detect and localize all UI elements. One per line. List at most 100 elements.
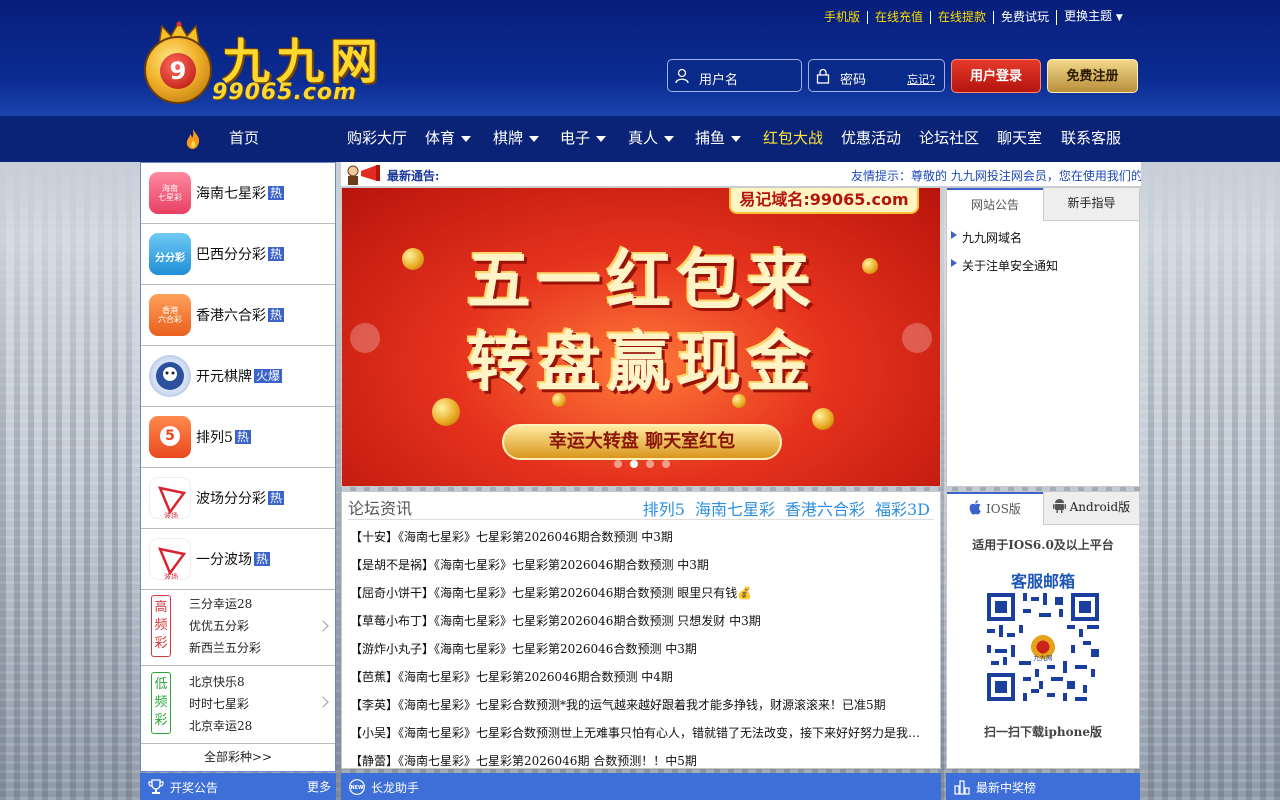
sidebar-game-pailie5[interactable]: 5 排列5 热 xyxy=(141,407,335,468)
sidebar-game-hainan[interactable]: 海南 七星彩 海南七星彩热 xyxy=(141,163,335,224)
list-item[interactable]: 北京快乐8 xyxy=(189,671,252,693)
nav-electronic-label: 电子 xyxy=(560,129,591,147)
nav-sports[interactable]: 体育 xyxy=(425,116,472,162)
forum-post[interactable]: 【草莓小布丁】《海南七星彩》七星彩第2026046期合数预测 只想发财 中3期 xyxy=(350,612,925,629)
low-frequency-group[interactable]: 低频彩 北京快乐8 时时七星彩 北京幸运28 xyxy=(141,666,335,744)
game-name: 排列5 xyxy=(196,430,233,446)
high-frequency-group[interactable]: 高频彩 三分幸运28 优优五分彩 新西兰五分彩 xyxy=(141,590,335,666)
tab-ios[interactable]: IOS版 xyxy=(947,492,1043,525)
nav-live-label: 真人 xyxy=(628,129,659,147)
forum-post[interactable]: 【静蕾】《海南七星彩》七星彩第2026046期 合数预测！！中5期 xyxy=(350,752,925,769)
more-link[interactable]: 更多 xyxy=(307,778,331,795)
chevron-right-icon[interactable] xyxy=(317,620,329,632)
fire-icon xyxy=(186,129,200,149)
forum-post[interactable]: 【李英】《海南七星彩》七星彩合数预测*我的运气越来越好跟着我才能多挣钱，财源滚滚… xyxy=(350,696,925,713)
nav-home[interactable]: 首页 xyxy=(229,116,259,162)
list-item[interactable]: 优优五分彩 xyxy=(189,615,261,637)
nav-promotions[interactable]: 优惠活动 xyxy=(841,116,901,162)
sidebar-game-tron-1min[interactable]: 波场 一分波场热 xyxy=(141,529,335,590)
sidebar-game-tron[interactable]: 波场 波场分分彩热 xyxy=(141,468,335,529)
forum-post[interactable]: 【小吴】《海南七星彩》七星彩合数预测世上无难事只怕有心人，错就错了无法改变，接下… xyxy=(350,724,925,741)
banner-headline-1: 五一红包来 xyxy=(467,245,817,319)
winners-bar: 最新中奖榜 xyxy=(946,773,1140,800)
platform-requirement: 适用于IOS6.0及以上平台 xyxy=(972,538,1114,552)
sidebar-game-brazil[interactable]: 分分彩 巴西分分彩热 xyxy=(141,224,335,285)
nav-chess[interactable]: 棋牌 xyxy=(493,116,540,162)
forum-post[interactable]: 【屈奇小饼干】《海南七星彩》七星彩第2026046期合数预测 眼里只有钱💰 xyxy=(350,584,925,601)
dropdown-arrow-icon xyxy=(731,136,742,142)
trophy-icon xyxy=(148,779,164,794)
theme-switch[interactable]: 更换主题 ▼ xyxy=(1056,9,1130,25)
user-icon xyxy=(675,68,689,84)
list-item[interactable]: 时时七星彩 xyxy=(189,693,252,715)
username-placeholder: 用户名 xyxy=(699,73,739,88)
site-logo[interactable]: 9 九九网 99065.com xyxy=(142,20,392,108)
forum-category[interactable]: 海南七星彩 xyxy=(695,496,775,520)
chevron-right-icon[interactable] xyxy=(317,696,329,708)
forum-category[interactable]: 排列5 xyxy=(643,496,685,520)
pagination-dot[interactable] xyxy=(630,460,638,468)
announcement-item[interactable]: 九九网域名 xyxy=(962,229,1022,246)
announcement-item[interactable]: 关于注单安全通知 xyxy=(962,257,1058,274)
login-button[interactable]: 用户登录 xyxy=(951,59,1041,93)
username-field[interactable]: 用户名 xyxy=(667,59,802,92)
forum-post[interactable]: 【十安】《海南七星彩》七星彩第2026046期合数预测 中3期 xyxy=(350,528,925,545)
tab-android[interactable]: Android版 xyxy=(1043,492,1139,525)
nav-support[interactable]: 联系客服 xyxy=(1061,116,1121,162)
brazil-lottery-icon: 分分彩 xyxy=(149,233,191,275)
recharge-link[interactable]: 在线充值 xyxy=(867,10,930,24)
svg-text:波场: 波场 xyxy=(164,572,178,580)
nav-lottery-hall[interactable]: 购彩大厅 xyxy=(347,116,407,162)
sidebar-game-hk[interactable]: 香港 六合彩 香港六合彩热 xyxy=(141,285,335,346)
forum-category[interactable]: 香港六合彩 xyxy=(785,496,865,520)
password-field[interactable]: 密码 忘记? xyxy=(808,59,945,92)
tab-beginner-guide[interactable]: 新手指导 xyxy=(1043,188,1139,221)
app-tabs: IOS版 Android版 xyxy=(947,492,1139,525)
apple-icon xyxy=(969,500,981,515)
withdraw-link[interactable]: 在线提款 xyxy=(930,10,993,24)
promo-banner[interactable]: 易记域名:99065.com 五一红包来 转盘赢现金 幸运大转盘 聊天室红包 xyxy=(341,187,941,487)
sidebar-game-kaiyuan[interactable]: 开元棋牌 火爆 xyxy=(141,346,335,407)
coin-decoration xyxy=(812,408,834,430)
game-name: 海南七星彩 xyxy=(196,186,266,202)
forum-post[interactable]: 【芭蕉】《海南七星彩》七星彩第2026046期合数预测 中4期 xyxy=(350,668,925,685)
nav-fishing[interactable]: 捕鱼 xyxy=(695,116,742,162)
logo-text-en: 99065.com xyxy=(212,80,357,105)
forum-post[interactable]: 【是胡不是祸】《海南七星彩》七星彩第2026046期合数预测 中3期 xyxy=(350,556,925,573)
register-button[interactable]: 免费注册 xyxy=(1047,59,1138,93)
banner-headline-2: 转盘赢现金 xyxy=(467,327,817,401)
nav-red-packet[interactable]: 红包大战 xyxy=(763,116,823,162)
banner-domain: 易记域名:99065.com xyxy=(729,188,919,214)
all-games-link[interactable]: 全部彩种>> xyxy=(141,743,335,771)
banner-prev-button[interactable] xyxy=(350,323,380,353)
game-name: 波场分分彩 xyxy=(196,491,266,507)
hot-badge: 热 xyxy=(234,430,251,444)
dropdown-arrow-icon xyxy=(461,136,472,142)
list-item[interactable]: 三分幸运28 xyxy=(189,593,261,615)
list-item[interactable]: 北京幸运28 xyxy=(189,715,252,737)
forgot-password-link[interactable]: 忘记? xyxy=(907,71,935,87)
top-links: 手机版 在线充值 在线提款 免费试玩 更换主题 ▼ xyxy=(817,9,1130,25)
free-trial-link[interactable]: 免费试玩 xyxy=(993,10,1056,24)
lock-icon xyxy=(816,68,830,84)
pagination-dot[interactable] xyxy=(646,460,654,468)
nav-forum[interactable]: 论坛社区 xyxy=(919,116,979,162)
forum-panel: 论坛资讯 排列5 海南七星彩 香港六合彩 福彩3D 【十安】《海南七星彩》七星彩… xyxy=(341,491,941,769)
forum-post[interactable]: 【游炸小丸子】《海南七星彩》七星彩第2026046合数预测 中3期 xyxy=(350,640,925,657)
high-frequency-list: 三分幸运28 优优五分彩 新西兰五分彩 xyxy=(189,593,261,659)
pagination-dot[interactable] xyxy=(662,460,670,468)
dragon-helper-title: 长龙助手 xyxy=(371,781,420,795)
hot-badge: 热 xyxy=(268,247,285,261)
tab-site-notice[interactable]: 网站公告 xyxy=(947,188,1043,221)
nav-chatroom[interactable]: 聊天室 xyxy=(997,116,1042,162)
notice-marquee[interactable]: 友情提示：尊敬的 九九网投注网会员，您在使用我们的 xyxy=(851,167,1141,184)
banner-next-button[interactable] xyxy=(902,323,932,353)
list-item[interactable]: 新西兰五分彩 xyxy=(189,637,261,659)
nav-electronic[interactable]: 电子 xyxy=(560,116,607,162)
nav-live[interactable]: 真人 xyxy=(628,116,675,162)
forum-category[interactable]: 福彩3D xyxy=(875,496,930,520)
megaphone-icon xyxy=(347,165,380,185)
bullet-icon xyxy=(951,259,957,267)
pagination-dot[interactable] xyxy=(614,460,622,468)
mobile-link[interactable]: 手机版 xyxy=(817,10,867,24)
